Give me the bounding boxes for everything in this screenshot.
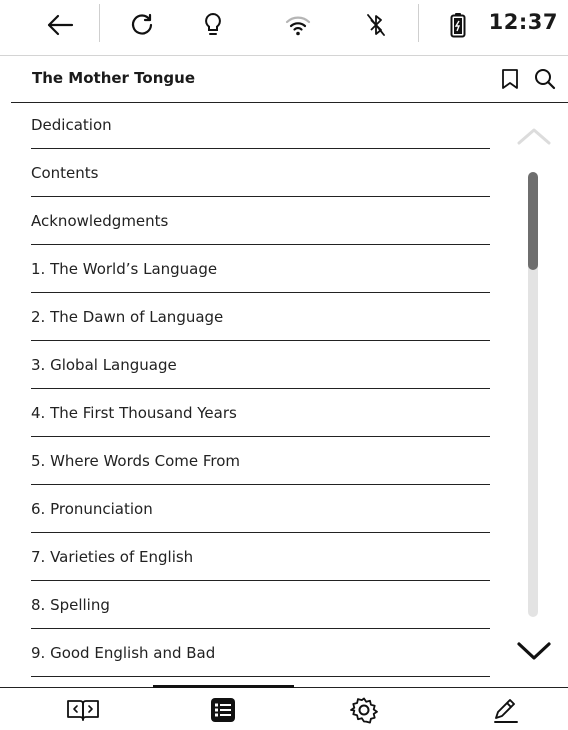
toc-item-contents[interactable]: Contents <box>31 150 490 197</box>
lightbulb-icon[interactable] <box>195 8 231 42</box>
scroll-up-chevron-icon[interactable] <box>515 125 553 151</box>
toc-item-chapter-3[interactable]: 3. Global Language <box>31 342 490 389</box>
bottom-tab-bar <box>0 685 568 730</box>
toc-item-chapter-4[interactable]: 4. The First Thousand Years <box>31 390 490 437</box>
toc-item-chapter-1[interactable]: 1. The World’s Language <box>31 246 490 293</box>
toc-item-chapter-9[interactable]: 9. Good English and Bad <box>31 630 490 677</box>
status-bar: 12:37 <box>0 0 568 56</box>
bluetooth-off-icon[interactable] <box>358 8 394 42</box>
table-of-contents: Dedication Contents Acknowledgments 1. T… <box>31 102 490 678</box>
status-separator <box>418 4 419 42</box>
settings-gear-icon[interactable] <box>344 694 384 726</box>
status-separator <box>99 4 100 42</box>
annotate-pen-icon[interactable] <box>486 694 526 726</box>
scroll-down-chevron-icon[interactable] <box>515 639 553 667</box>
book-title-bar: The Mother Tongue <box>11 56 568 103</box>
book-title: The Mother Tongue <box>32 69 195 87</box>
toc-item-acknowledgments[interactable]: Acknowledgments <box>31 198 490 245</box>
toc-item-chapter-5[interactable]: 5. Where Words Come From <box>31 438 490 485</box>
open-book-icon[interactable] <box>63 694 103 726</box>
scrollbar-thumb[interactable] <box>528 172 538 270</box>
wifi-icon[interactable] <box>280 8 316 42</box>
clock-time: 12:37 <box>488 10 558 34</box>
refresh-icon[interactable] <box>124 8 160 42</box>
battery-charging-icon <box>446 8 470 42</box>
active-tab-indicator <box>153 685 294 688</box>
contents-list-icon[interactable] <box>203 694 243 726</box>
toc-item-chapter-6[interactable]: 6. Pronunciation <box>31 486 490 533</box>
toc-item-chapter-2[interactable]: 2. The Dawn of Language <box>31 294 490 341</box>
toc-item-chapter-8[interactable]: 8. Spelling <box>31 582 490 629</box>
search-icon[interactable] <box>532 66 558 92</box>
back-arrow-icon[interactable] <box>42 8 78 42</box>
toc-item-dedication[interactable]: Dedication <box>31 102 490 149</box>
toc-item-chapter-7[interactable]: 7. Varieties of English <box>31 534 490 581</box>
bookmark-icon[interactable] <box>497 66 523 92</box>
